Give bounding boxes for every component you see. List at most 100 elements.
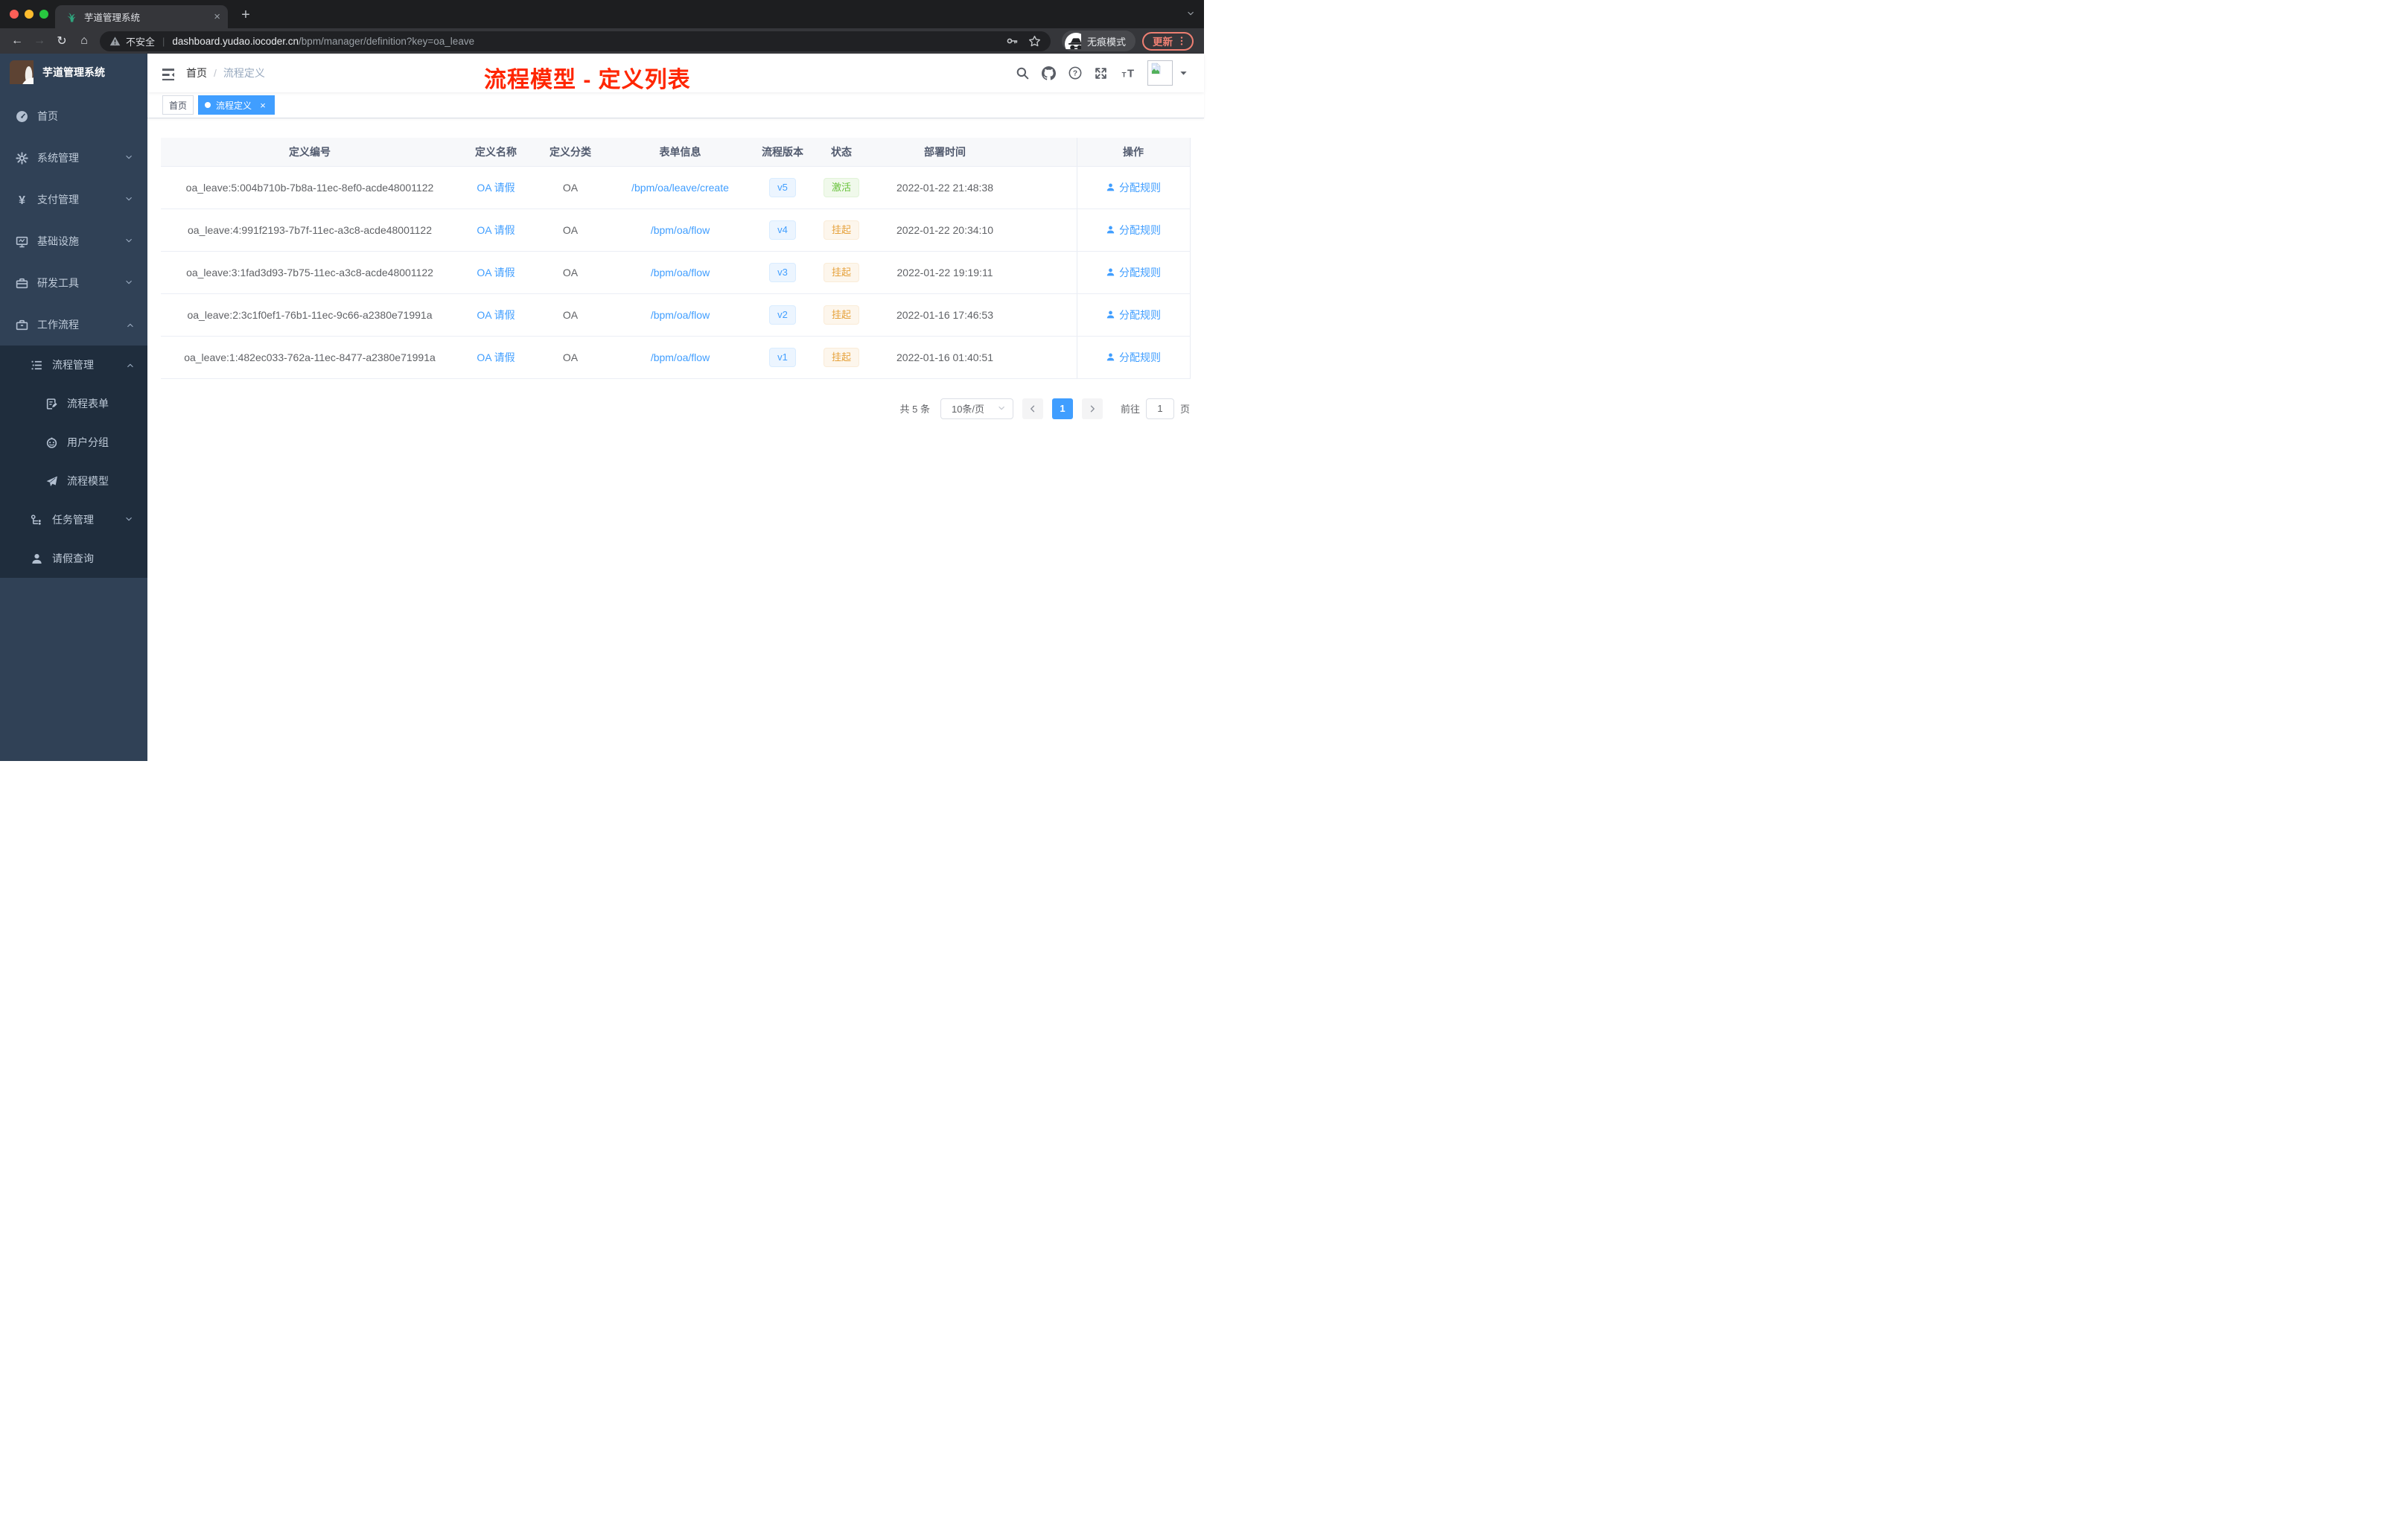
view-tag-首页[interactable]: 首页 xyxy=(162,95,194,115)
send-icon xyxy=(45,475,58,488)
traffic-lights xyxy=(0,10,48,19)
cell-form: /bpm/oa/leave/create xyxy=(608,166,753,209)
sidebar-item-工作流程[interactable]: 工作流程 xyxy=(0,304,147,346)
avatar-caret-down-icon[interactable] xyxy=(1179,69,1188,77)
assign-rule-link[interactable]: 分配规则 xyxy=(1106,265,1161,280)
sidebar-item-label: 流程模型 xyxy=(67,475,109,487)
cell-name: OA 请假 xyxy=(459,293,533,337)
pagination: 共 5 条 10条/页 1 前往 1 页 xyxy=(161,398,1190,419)
definition-name-link[interactable]: OA 请假 xyxy=(477,224,515,236)
sidebar-item-研发工具[interactable]: 研发工具 xyxy=(0,262,147,304)
table-row: oa_leave:5:004b710b-7b8a-11ec-8ef0-acde4… xyxy=(161,166,1191,209)
update-label: 更新 xyxy=(1153,36,1173,48)
form-link[interactable]: /bpm/oa/flow xyxy=(651,224,710,236)
form-link[interactable]: /bpm/oa/flow xyxy=(651,267,710,278)
sidebar-item-label: 支付管理 xyxy=(37,194,79,206)
form-link[interactable]: /bpm/oa/flow xyxy=(651,309,710,321)
cell-name: OA 请假 xyxy=(459,208,533,252)
chrome-update-button[interactable]: 更新 xyxy=(1142,31,1194,51)
new-tab-button[interactable]: + xyxy=(235,4,256,25)
rabbit-logo-icon xyxy=(10,60,34,84)
tag-close-icon[interactable]: × xyxy=(258,101,268,110)
sidebar-item-系统管理[interactable]: 系统管理 xyxy=(0,137,147,179)
next-page-button[interactable] xyxy=(1081,398,1103,419)
person-icon xyxy=(1106,352,1115,362)
url-bar[interactable]: 不安全 | dashboard.yudao.iocoder.cn /bpm/ma… xyxy=(100,31,1051,51)
assign-rule-label: 分配规则 xyxy=(1119,351,1161,363)
cell-version: v1 xyxy=(753,336,812,379)
sidebar-item-label: 系统管理 xyxy=(37,152,79,164)
back-arrow-icon[interactable]: ← xyxy=(6,34,28,48)
home-icon[interactable]: ⌂ xyxy=(73,34,95,48)
sidebar-item-label: 工作流程 xyxy=(37,319,79,331)
cell-filler xyxy=(1019,251,1077,294)
reload-icon[interactable]: ↻ xyxy=(51,34,73,48)
definition-name-link[interactable]: OA 请假 xyxy=(477,267,515,278)
font-size-icon[interactable]: TT xyxy=(1120,67,1135,80)
definition-name-link[interactable]: OA 请假 xyxy=(477,309,515,321)
security-label[interactable]: 不安全 xyxy=(126,34,155,48)
window-minimize-button[interactable] xyxy=(25,10,34,19)
page-size-select[interactable]: 10条/页 xyxy=(940,398,1013,419)
assign-rule-link[interactable]: 分配规则 xyxy=(1106,180,1161,195)
goto-page-input[interactable]: 1 xyxy=(1145,398,1174,419)
sidebar-item-流程管理[interactable]: 流程管理 xyxy=(0,346,147,384)
tab-close-icon[interactable]: × xyxy=(214,11,220,22)
assign-rule-link[interactable]: 分配规则 xyxy=(1106,350,1161,365)
sidebar-item-任务管理[interactable]: 任务管理 xyxy=(0,500,147,539)
sidebar-item-首页[interactable]: 首页 xyxy=(0,95,147,137)
version-tag: v4 xyxy=(769,220,796,240)
form-link[interactable]: /bpm/oa/flow xyxy=(651,351,710,363)
cell-version: v2 xyxy=(753,293,812,337)
gear-icon xyxy=(15,151,28,165)
bookmark-star-icon[interactable] xyxy=(1028,35,1041,48)
sidebar-item-流程模型[interactable]: 流程模型 xyxy=(0,462,147,500)
assign-rule-label: 分配规则 xyxy=(1119,266,1161,278)
sidebar-logo[interactable]: 芋道管理系统 xyxy=(0,54,147,91)
form-icon xyxy=(45,398,58,410)
cell-deploy_time: 2022-01-16 17:46:53 xyxy=(870,293,1019,337)
sidebar-item-支付管理[interactable]: ¥ 支付管理 xyxy=(0,179,147,220)
fullscreen-icon[interactable] xyxy=(1095,67,1107,80)
chevron-up-icon xyxy=(125,320,134,329)
forward-arrow-icon[interactable]: → xyxy=(28,34,51,48)
broken-image-icon xyxy=(1150,63,1162,74)
search-icon[interactable] xyxy=(1016,66,1029,80)
assign-rule-link[interactable]: 分配规则 xyxy=(1106,308,1161,322)
sidebar-toggle-hamburger-icon[interactable] xyxy=(159,66,174,80)
sidebar-item-流程表单[interactable]: 流程表单 xyxy=(0,384,147,423)
robot-icon xyxy=(45,436,58,449)
form-link[interactable]: /bpm/oa/leave/create xyxy=(631,182,729,194)
assign-rule-link[interactable]: 分配规则 xyxy=(1106,223,1161,238)
window-zoom-button[interactable] xyxy=(39,10,48,19)
browser-tab[interactable]: 芋道管理系统 × xyxy=(55,5,228,28)
deploy-time: 2022-01-22 20:34:10 xyxy=(896,223,993,236)
yuan-icon: ¥ xyxy=(15,194,28,206)
github-icon[interactable] xyxy=(1042,66,1056,80)
sidebar-item-基础设施[interactable]: 基础设施 xyxy=(0,220,147,262)
definition-name-link[interactable]: OA 请假 xyxy=(477,182,515,194)
window-close-button[interactable] xyxy=(10,10,19,19)
page-1-button[interactable]: 1 xyxy=(1051,398,1073,419)
user-avatar[interactable] xyxy=(1147,60,1173,86)
definition-name-link[interactable]: OA 请假 xyxy=(477,351,515,363)
flow-icon xyxy=(30,514,43,526)
cell-deploy_time: 2022-01-22 19:19:11 xyxy=(870,251,1019,294)
browser-toolbar: ← → ↻ ⌂ 不安全 | dashboard.yudao.iocoder.cn… xyxy=(0,28,1204,54)
deploy-time: 2022-01-16 01:40:51 xyxy=(896,351,993,363)
svg-text:?: ? xyxy=(1073,69,1077,77)
sidebar-item-用户分组[interactable]: 用户分组 xyxy=(0,423,147,462)
prev-page-button[interactable] xyxy=(1022,398,1043,419)
select-chevron-down-icon xyxy=(998,404,1007,413)
browser-menu-kebab-icon[interactable] xyxy=(1176,35,1187,47)
sidebar-item-请假查询[interactable]: 请假查询 xyxy=(0,539,147,578)
cell-category: OA xyxy=(533,293,608,337)
view-tag-流程定义[interactable]: 流程定义 × xyxy=(198,95,275,115)
tag-label: 流程定义 xyxy=(216,100,252,111)
chevron-left-icon xyxy=(1028,404,1037,413)
sidebar-item-label: 流程管理 xyxy=(52,359,94,371)
key-icon[interactable] xyxy=(1006,35,1018,47)
help-icon[interactable]: ? xyxy=(1068,66,1082,80)
tab-search-chevron-icon[interactable] xyxy=(1187,10,1196,19)
breadcrumb-home[interactable]: 首页 xyxy=(186,66,207,80)
